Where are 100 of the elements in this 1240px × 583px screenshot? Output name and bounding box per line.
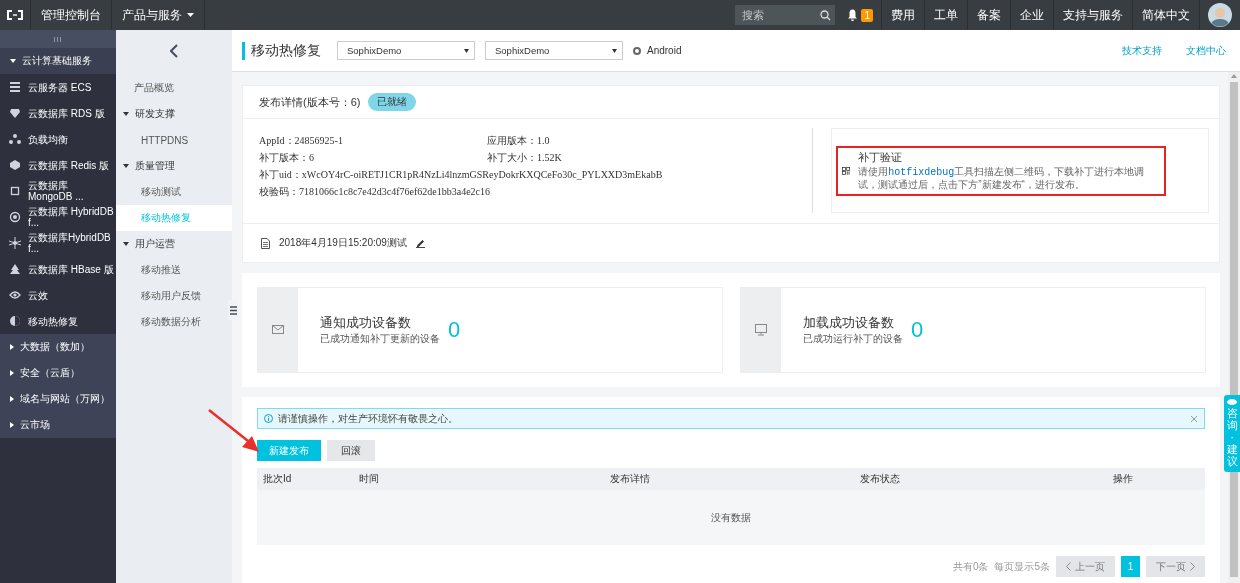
info-field: 补丁版本：6: [259, 151, 487, 165]
caret-icon: [187, 13, 194, 17]
eye-icon: [9, 289, 21, 301]
sidebar-group-label: 大数据（数加）: [20, 340, 90, 354]
sidebar-item-label: 负载均衡: [28, 133, 68, 145]
avatar-icon[interactable]: [1208, 3, 1232, 27]
verify-text: 请使用hotfixdebug工具扫描左侧二维码，下载补丁进行本地调试，测试通过后，点击下方”新建发布“，进行发布。: [858, 165, 1146, 192]
logo-icon: [7, 10, 23, 20]
alert-text: 请谨慎操作，对生产环境怀有敬畏之心。: [278, 411, 459, 426]
sidebar-group-label: 安全（云盾）: [20, 366, 80, 380]
app-select[interactable]: SophixDemo: [485, 41, 623, 60]
sidebar-item[interactable]: 云数据库 HBase 版: [0, 256, 116, 282]
stat-title: 通知成功设备数: [320, 314, 412, 332]
chip-icon: [9, 185, 21, 197]
document-icon: [261, 237, 270, 249]
sidebar-item[interactable]: 负载均衡: [0, 126, 116, 152]
list-icon[interactable]: [229, 305, 237, 315]
column-header: 发布状态: [859, 472, 901, 486]
sidebar-item[interactable]: 云数据库 RDS 版: [0, 100, 116, 126]
tree-icon: [9, 263, 21, 275]
stat-title: 加载成功设备数: [803, 314, 895, 332]
page-size: 每页显示5条: [994, 559, 1050, 574]
subnav-item[interactable]: 产品概览: [116, 75, 232, 101]
card-title: 发布详情(版本号：6): [259, 94, 361, 110]
subnav-group-label: 研发支撑: [135, 107, 175, 121]
stat-subtitle: 已成功通知补丁更新的设备: [320, 331, 440, 346]
release-note: 2018年4月19日15:20:09测试: [279, 236, 407, 250]
scrollbar[interactable]: [1228, 72, 1240, 583]
app-select[interactable]: SophixDemo: [337, 41, 475, 60]
molecule-icon: [9, 237, 21, 249]
server-icon: [9, 81, 21, 93]
monitor-icon: [755, 324, 767, 336]
page-title: 移动热修复: [242, 41, 321, 60]
caret-right-icon: [10, 370, 14, 376]
sidebar-item[interactable]: 云数据库HybridDB f...: [0, 230, 116, 256]
chevron-left-icon: [1066, 562, 1071, 571]
caret-down-icon: [123, 242, 129, 246]
sidebar-group[interactable]: 安全（云盾）: [0, 360, 116, 386]
search-field[interactable]: 搜索: [735, 5, 816, 25]
close-icon[interactable]: [1190, 414, 1198, 423]
verify-title: 补丁验证: [858, 149, 904, 165]
caret-down-icon: [123, 112, 129, 116]
subnav-item[interactable]: 移动测试: [116, 179, 232, 205]
bell-icon[interactable]: [847, 9, 859, 21]
sidebar-item[interactable]: 移动热修复: [0, 308, 116, 334]
sidebar-item-label: 云服务器 ECS: [28, 81, 92, 93]
subnav-item[interactable]: HTTPDNS: [116, 127, 232, 153]
caret-icon: [612, 48, 617, 53]
search-button[interactable]: [815, 5, 836, 25]
subnav-group-label: 质量管理: [135, 159, 175, 173]
info-field: AppId：24856925-1: [259, 134, 487, 148]
info-field: 校验码：7181066c1c8c7e42d3c4f76ef62de1bb3a4e2c16: [259, 185, 812, 199]
ring-icon: [9, 211, 21, 223]
info-field: 补丁大小：1.52K: [487, 151, 812, 165]
stat-value: 0: [911, 317, 924, 343]
sidebar-item-label: 移动热修复: [28, 315, 78, 327]
sidebar-group-label: 云计算基础服务: [22, 54, 92, 68]
rollback-button[interactable]: 回滚: [327, 440, 375, 461]
sidebar-item-label: 云效: [28, 289, 48, 301]
sidebar-group[interactable]: 云计算基础服务: [0, 48, 116, 74]
empty-message: 没有数据: [711, 510, 751, 525]
arrow-drawing: [208, 409, 260, 453]
caret-right-icon: [10, 396, 14, 402]
subnav-group[interactable]: 用户运营: [116, 231, 232, 257]
subnav-item[interactable]: 移动用户反馈: [116, 283, 232, 309]
subnav-item[interactable]: 移动数据分析: [116, 309, 232, 335]
platform-radio[interactable]: Android: [633, 45, 682, 56]
caret-icon: [464, 48, 469, 53]
sidebar-item[interactable]: 云数据库 Redis 版: [0, 152, 116, 178]
column-header: 发布详情: [609, 472, 651, 486]
subnav-group[interactable]: 研发支撑: [116, 101, 232, 127]
info-icon: [264, 414, 273, 423]
sidebar-item[interactable]: 云数据库 HybridDB f...: [0, 204, 116, 230]
sidebar-item-label: 云数据库 Redis 版: [28, 159, 110, 171]
sidebar-item-label: 云数据库 HybridDB f...: [28, 206, 114, 228]
gem-icon: [9, 107, 21, 119]
chat-icon: [1227, 399, 1237, 405]
subnav-group-label: 用户运营: [135, 237, 175, 251]
sidebar-item[interactable]: 云数据库 MongoDB ...: [0, 178, 116, 204]
subnav-group[interactable]: 质量管理: [116, 153, 232, 179]
sidebar-group[interactable]: 域名与网站（万网）: [0, 386, 116, 412]
sidebar-group[interactable]: 大数据（数加）: [0, 334, 116, 360]
search-icon: [819, 9, 831, 21]
caret-down-icon: [10, 59, 16, 63]
envelope-icon: [272, 324, 284, 336]
sidebar-toggle[interactable]: III: [53, 34, 63, 44]
sidebar-item-label: 云数据库 RDS 版: [28, 107, 105, 119]
sidebar-group-label: 云市场: [20, 418, 50, 432]
info-field: 应用版本：1.0: [487, 134, 812, 148]
info-field: 补丁uid：xWcOY4rC-oiRETJ1CR1pR4NzLi4lnzmGSReyDokrKXQCeFo30c_PYLXXD3mEkabB: [259, 168, 812, 182]
cube-icon: [9, 159, 21, 171]
sidebar-item-label: 云数据库HybridDB f...: [28, 232, 112, 254]
stat-subtitle: 已成功运行补丁的设备: [803, 331, 903, 346]
notification-badge: 1: [861, 8, 873, 22]
sidebar-item[interactable]: 云效: [0, 282, 116, 308]
sidebar-item[interactable]: 云服务器 ECS: [0, 74, 116, 100]
column-header: 操作: [1112, 472, 1134, 486]
subnav-item[interactable]: 移动推送: [116, 257, 232, 283]
sidebar-group[interactable]: 云市场: [0, 412, 116, 438]
edit-icon[interactable]: [415, 238, 425, 248]
